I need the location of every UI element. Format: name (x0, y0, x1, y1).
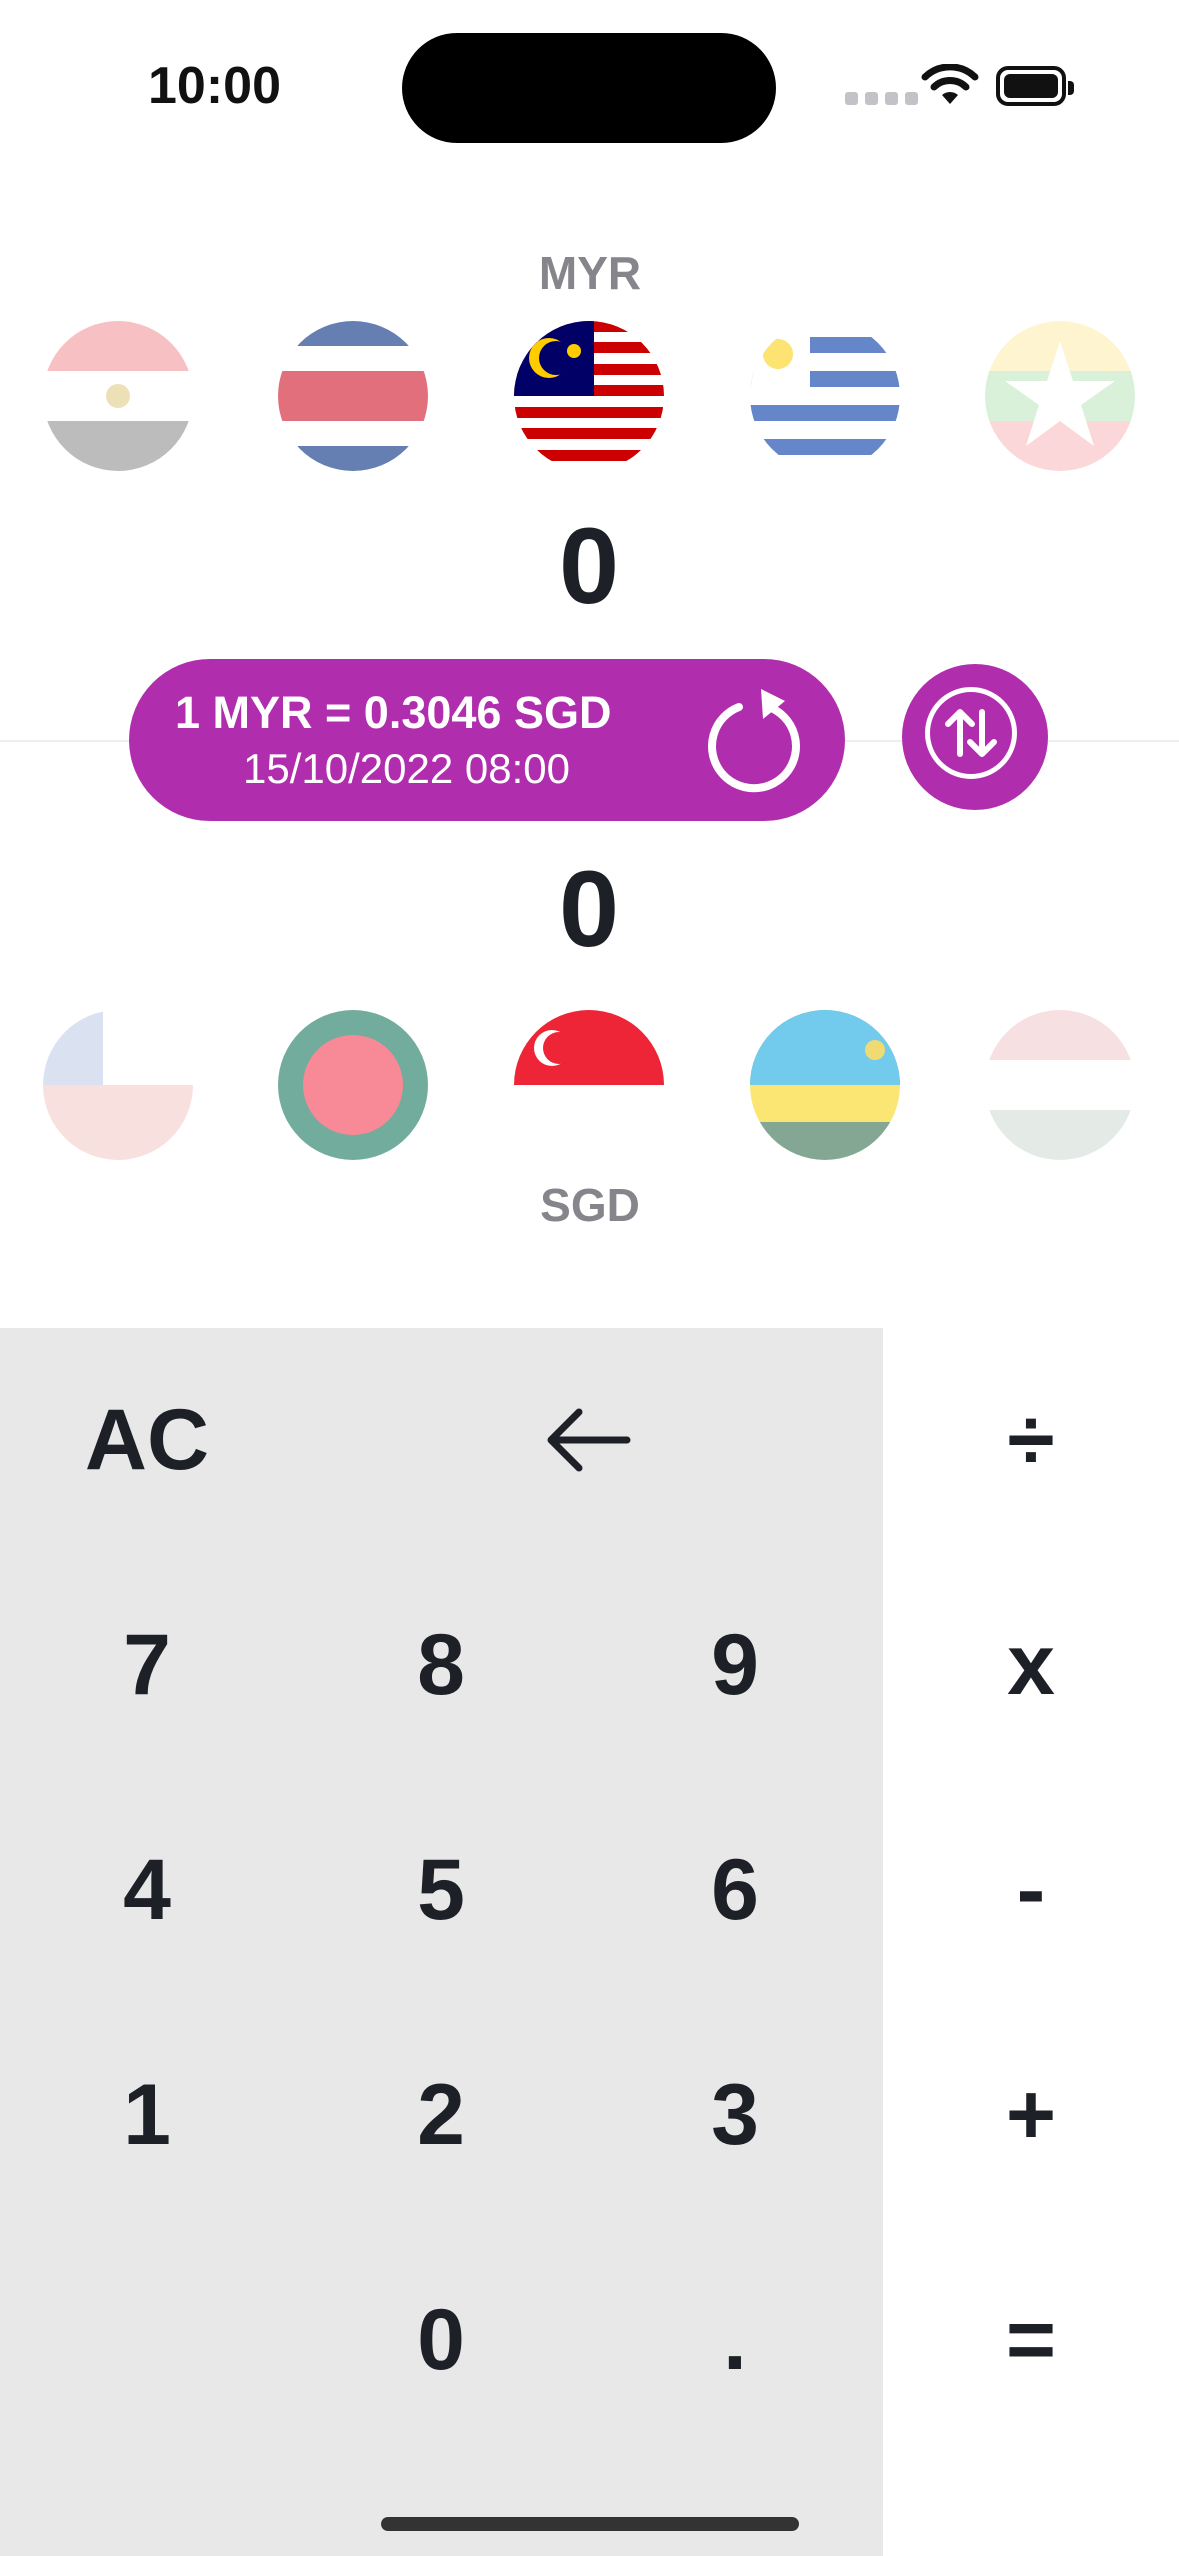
hungary-flag-icon[interactable] (985, 1010, 1135, 1160)
swap-arrows-icon (925, 687, 1017, 779)
plus-button[interactable]: + (883, 2003, 1179, 2228)
wifi-icon (920, 63, 980, 113)
arrow-left-icon (547, 1408, 631, 1472)
costa-rica-flag-icon[interactable] (278, 321, 428, 471)
digit-4-button[interactable]: 4 (0, 1778, 294, 2003)
backspace-button[interactable] (442, 1328, 736, 1553)
rwanda-flag-icon[interactable] (750, 1010, 900, 1160)
bangladesh-flag-icon[interactable] (278, 1010, 428, 1160)
to-amount: 0 (558, 848, 620, 969)
multiply-button[interactable]: x (883, 1553, 1179, 1778)
from-currency-code: MYR (538, 247, 642, 299)
exchange-rate-text: 1 MYR = 0.3046 SGD (175, 687, 612, 738)
equals-button[interactable]: = (883, 2228, 1179, 2453)
dynamic-island (402, 33, 776, 143)
exchange-rate-timestamp: 15/10/2022 08:00 (243, 745, 570, 792)
malaysia-flag-icon[interactable] (514, 321, 664, 471)
digit-5-button[interactable]: 5 (294, 1778, 588, 2003)
home-indicator[interactable] (381, 2517, 799, 2531)
digit-6-button[interactable]: 6 (588, 1778, 882, 2003)
myanmar-flag-icon[interactable] (985, 321, 1135, 471)
refresh-icon[interactable] (699, 685, 809, 795)
digit-8-button[interactable]: 8 (294, 1553, 588, 1778)
clear-button[interactable]: AC (0, 1328, 294, 1553)
egypt-flag-icon[interactable] (43, 321, 193, 471)
digit-3-button[interactable]: 3 (588, 2003, 882, 2228)
exchange-rate-pill[interactable]: 1 MYR = 0.3046 SGD 15/10/2022 08:00 (129, 659, 845, 821)
singapore-flag-icon[interactable] (514, 1010, 664, 1160)
digit-2-button[interactable]: 2 (294, 2003, 588, 2228)
digit-9-button[interactable]: 9 (588, 1553, 882, 1778)
uruguay-flag-icon[interactable] (750, 321, 900, 471)
to-currency-code: SGD (540, 1179, 640, 1231)
swap-currencies-button[interactable] (902, 664, 1048, 810)
digit-1-button[interactable]: 1 (0, 2003, 294, 2228)
status-time: 10:00 (148, 57, 281, 115)
digit-0-button[interactable]: 0 (294, 2228, 588, 2453)
decimal-point-button[interactable]: . (588, 2228, 882, 2453)
chile-flag-icon[interactable] (43, 1010, 193, 1160)
minus-button[interactable]: - (883, 1778, 1179, 2003)
digit-7-button[interactable]: 7 (0, 1553, 294, 1778)
divide-button[interactable]: ÷ (883, 1328, 1179, 1553)
cellular-signal-icon (845, 92, 918, 105)
battery-icon (996, 66, 1074, 106)
from-amount: 0 (558, 505, 620, 626)
